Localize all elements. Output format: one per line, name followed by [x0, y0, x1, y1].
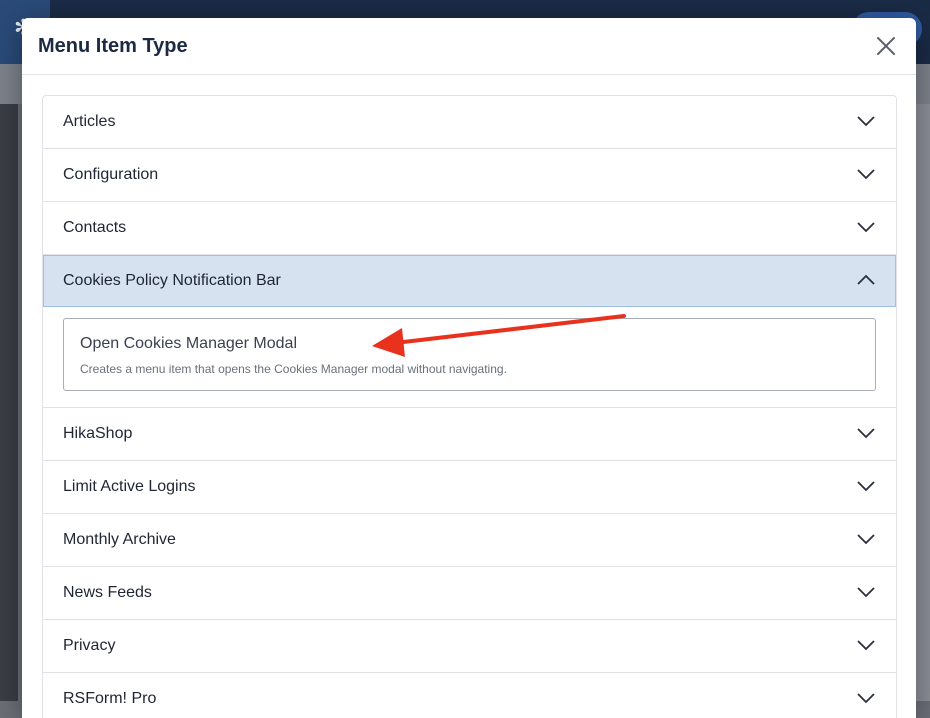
- chevron-down-icon: [857, 481, 875, 492]
- accordion-item-limit-active-logins: Limit Active Logins: [43, 460, 896, 513]
- chevron-down-icon: [857, 169, 875, 180]
- accordion-label: Configuration: [63, 166, 159, 183]
- accordion-item-configuration: Configuration: [43, 148, 896, 201]
- accordion-header-rsform-pro[interactable]: RSForm! Pro: [43, 673, 896, 718]
- accordion-label: Limit Active Logins: [63, 478, 196, 495]
- chevron-down-icon: [857, 587, 875, 598]
- accordion-item-news-feeds: News Feeds: [43, 566, 896, 619]
- modal-title: Menu Item Type: [38, 35, 188, 57]
- open-cookies-manager-modal-option[interactable]: Open Cookies Manager Modal Creates a men…: [63, 318, 876, 391]
- chevron-down-icon: [857, 693, 875, 704]
- modal-body: Articles Configuration Contacts Cookies …: [42, 95, 897, 718]
- chevron-down-icon: [857, 222, 875, 233]
- option-title: Open Cookies Manager Modal: [80, 335, 298, 352]
- accordion-header-monthly-archive[interactable]: Monthly Archive: [43, 514, 896, 566]
- content-backdrop: [916, 104, 930, 701]
- accordion-item-rsform-pro: RSForm! Pro: [43, 672, 896, 718]
- accordion-header-limit-active-logins[interactable]: Limit Active Logins: [43, 461, 896, 513]
- option-description: Creates a menu item that opens the Cooki…: [80, 362, 507, 376]
- accordion-header-cookies-policy[interactable]: Cookies Policy Notification Bar: [43, 255, 896, 307]
- chevron-down-icon: [857, 116, 875, 127]
- accordion-item-articles: Articles: [43, 96, 896, 148]
- accordion-label: Cookies Policy Notification Bar: [63, 272, 281, 289]
- accordion-label: HikaShop: [63, 425, 133, 442]
- chevron-down-icon: [857, 428, 875, 439]
- accordion-item-privacy: Privacy: [43, 619, 896, 672]
- chevron-up-icon: [857, 274, 875, 285]
- menu-item-type-modal: Menu Item Type Articles Configuration Co…: [22, 18, 916, 718]
- accordion-item-contacts: Contacts: [43, 201, 896, 254]
- accordion-header-articles[interactable]: Articles: [43, 96, 896, 148]
- accordion-label: Contacts: [63, 219, 127, 236]
- menu-type-accordion: Articles Configuration Contacts Cookies …: [42, 95, 897, 718]
- sidebar-backdrop: [0, 104, 18, 701]
- accordion-panel-cookies-policy: Open Cookies Manager Modal Creates a men…: [43, 307, 896, 407]
- accordion-item-monthly-archive: Monthly Archive: [43, 513, 896, 566]
- close-button[interactable]: [874, 34, 898, 58]
- accordion-item-cookies-policy: Cookies Policy Notification Bar Open Coo…: [43, 254, 896, 407]
- accordion-header-configuration[interactable]: Configuration: [43, 149, 896, 201]
- close-icon: [877, 37, 895, 55]
- chevron-down-icon: [857, 534, 875, 545]
- accordion-header-privacy[interactable]: Privacy: [43, 620, 896, 672]
- accordion-header-contacts[interactable]: Contacts: [43, 202, 896, 254]
- chevron-down-icon: [857, 640, 875, 651]
- accordion-header-hikashop[interactable]: HikaShop: [43, 408, 896, 460]
- accordion-label: RSForm! Pro: [63, 690, 157, 707]
- modal-header: Menu Item Type: [22, 18, 916, 75]
- accordion-label: Monthly Archive: [63, 531, 176, 548]
- accordion-label: News Feeds: [63, 584, 152, 601]
- accordion-label: Articles: [63, 113, 116, 130]
- accordion-label: Privacy: [63, 637, 116, 654]
- accordion-header-news-feeds[interactable]: News Feeds: [43, 567, 896, 619]
- accordion-item-hikashop: HikaShop: [43, 407, 896, 460]
